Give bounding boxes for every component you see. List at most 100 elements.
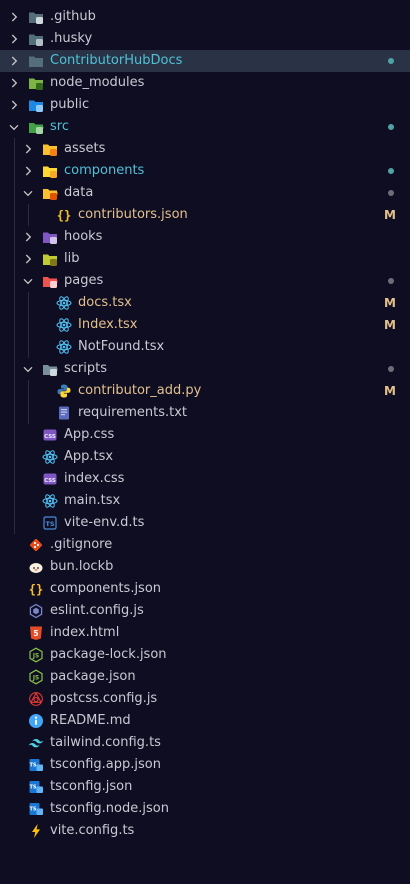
tree-item-label: pages: [64, 273, 104, 288]
file-index-css[interactable]: CSS index.css: [0, 468, 410, 490]
svg-text:TS: TS: [29, 807, 36, 813]
tree-item-label: docs.tsx: [78, 295, 132, 310]
indent-guide: [14, 138, 15, 534]
folder-src[interactable]: src: [0, 116, 410, 138]
file-contributor-add-py[interactable]: contributor_add.py M: [0, 380, 410, 402]
file-package-json[interactable]: JS package.json: [0, 666, 410, 688]
file-readme-md[interactable]: README.md: [0, 710, 410, 732]
folder-node-modules[interactable]: node_modules: [0, 72, 410, 94]
tree-item-label: main.tsx: [64, 493, 121, 508]
public-folder-icon: [28, 97, 44, 113]
assets-folder-icon: [42, 141, 58, 157]
file-components-json[interactable]: {} components.json: [0, 578, 410, 600]
file-vite-config-ts[interactable]: vite.config.ts: [0, 820, 410, 842]
chevron-right-icon[interactable]: [22, 230, 34, 244]
folder-public[interactable]: public: [0, 94, 410, 116]
chevron-down-icon[interactable]: [22, 186, 34, 200]
file-index-tsx[interactable]: Index.tsx M: [0, 314, 410, 336]
tree-item-label: index.css: [64, 471, 125, 486]
tree-item-label: .gitignore: [50, 537, 113, 552]
changes-dot-indicator: [388, 190, 394, 196]
file-explorer-tree: .github .husky ContributorHubDocs node_modu…: [0, 0, 410, 842]
vite-icon: [28, 823, 44, 839]
file-index-html[interactable]: 5 index.html: [0, 622, 410, 644]
python-icon: [56, 383, 72, 399]
data-folder-icon: [42, 185, 58, 201]
folder-lib[interactable]: lib: [0, 248, 410, 270]
requirements-icon: [56, 405, 72, 421]
chevron-right-icon[interactable]: [8, 10, 20, 24]
changes-dot-indicator: [388, 168, 394, 174]
svg-text:JS: JS: [32, 676, 39, 682]
json-icon: {}: [28, 581, 44, 597]
chevron-right-icon[interactable]: [8, 98, 20, 112]
folder-husky[interactable]: .husky: [0, 28, 410, 50]
indent-guide: [28, 380, 29, 424]
react-icon: [42, 493, 58, 509]
indent-guide: [28, 292, 29, 358]
css-icon: CSS: [42, 427, 58, 443]
file-postcss-config-js[interactable]: postcss.config.js: [0, 688, 410, 710]
svg-text:TS: TS: [29, 763, 36, 769]
css-icon: CSS: [42, 471, 58, 487]
folder-assets[interactable]: assets: [0, 138, 410, 160]
file-main-tsx[interactable]: main.tsx: [0, 490, 410, 512]
file-tsconfig-app-json[interactable]: TS tsconfig.app.json: [0, 754, 410, 776]
file-tsconfig-json[interactable]: TS tsconfig.json: [0, 776, 410, 798]
changes-dot-indicator: [388, 366, 394, 372]
tree-item-label: Index.tsx: [78, 317, 138, 332]
chevron-down-icon[interactable]: [22, 274, 34, 288]
chevron-right-icon[interactable]: [8, 76, 20, 90]
file-notfound-tsx[interactable]: NotFound.tsx: [0, 336, 410, 358]
git-icon: [28, 537, 44, 553]
folder-components[interactable]: components: [0, 160, 410, 182]
chevron-down-icon[interactable]: [22, 362, 34, 376]
folder-hooks[interactable]: hooks: [0, 226, 410, 248]
chevron-right-icon[interactable]: [22, 142, 34, 156]
file-tsconfig-node-json[interactable]: TS tsconfig.node.json: [0, 798, 410, 820]
indent-guide: [28, 204, 29, 226]
tree-item-label: App.css: [64, 427, 115, 442]
file-eslint-config-js[interactable]: eslint.config.js: [0, 600, 410, 622]
file-package-lock-json[interactable]: JS package-lock.json: [0, 644, 410, 666]
hooks-folder-icon: [42, 229, 58, 245]
pages-folder-icon: [42, 273, 58, 289]
react-icon: [42, 449, 58, 465]
tsconfig-icon: TS: [28, 757, 44, 773]
folder-contributorhubdocs[interactable]: ContributorHubDocs: [0, 50, 410, 72]
tree-item-label: components.json: [50, 581, 162, 596]
tree-item-label: tsconfig.app.json: [50, 757, 161, 772]
file-vite-env-d-ts[interactable]: TS vite-env.d.ts: [0, 512, 410, 534]
folder-pages[interactable]: pages: [0, 270, 410, 292]
folder-github[interactable]: .github: [0, 6, 410, 28]
tree-item-label: bun.lockb: [50, 559, 114, 574]
tree-item-label: scripts: [64, 361, 107, 376]
file-gitignore[interactable]: .gitignore: [0, 534, 410, 556]
chevron-down-icon[interactable]: [8, 120, 20, 134]
chevron-right-icon[interactable]: [22, 164, 34, 178]
chevron-right-icon[interactable]: [8, 54, 20, 68]
file-contributors-json[interactable]: {} contributors.json M: [0, 204, 410, 226]
svg-text:CSS: CSS: [44, 434, 56, 440]
file-requirements-txt[interactable]: requirements.txt: [0, 402, 410, 424]
changes-dot-indicator: [388, 58, 394, 64]
folder-scripts[interactable]: scripts: [0, 358, 410, 380]
eslint-icon: [28, 603, 44, 619]
tree-item-label: tsconfig.node.json: [50, 801, 169, 816]
tree-item-label: contributor_add.py: [78, 383, 202, 398]
file-bun-lockb[interactable]: bun.lockb: [0, 556, 410, 578]
file-app-tsx[interactable]: App.tsx: [0, 446, 410, 468]
file-app-css[interactable]: CSS App.css: [0, 424, 410, 446]
tree-item-label: eslint.config.js: [50, 603, 144, 618]
file-docs-tsx[interactable]: docs.tsx M: [0, 292, 410, 314]
file-tailwind-config-ts[interactable]: tailwind.config.ts: [0, 732, 410, 754]
modified-badge: M: [384, 208, 396, 222]
chevron-right-icon[interactable]: [8, 32, 20, 46]
components-folder-icon: [42, 163, 58, 179]
chevron-right-icon[interactable]: [22, 252, 34, 266]
folder-data[interactable]: data: [0, 182, 410, 204]
tree-item-label: components: [64, 163, 145, 178]
react-icon: [56, 317, 72, 333]
modified-badge: M: [384, 384, 396, 398]
tree-item-label: index.html: [50, 625, 120, 640]
